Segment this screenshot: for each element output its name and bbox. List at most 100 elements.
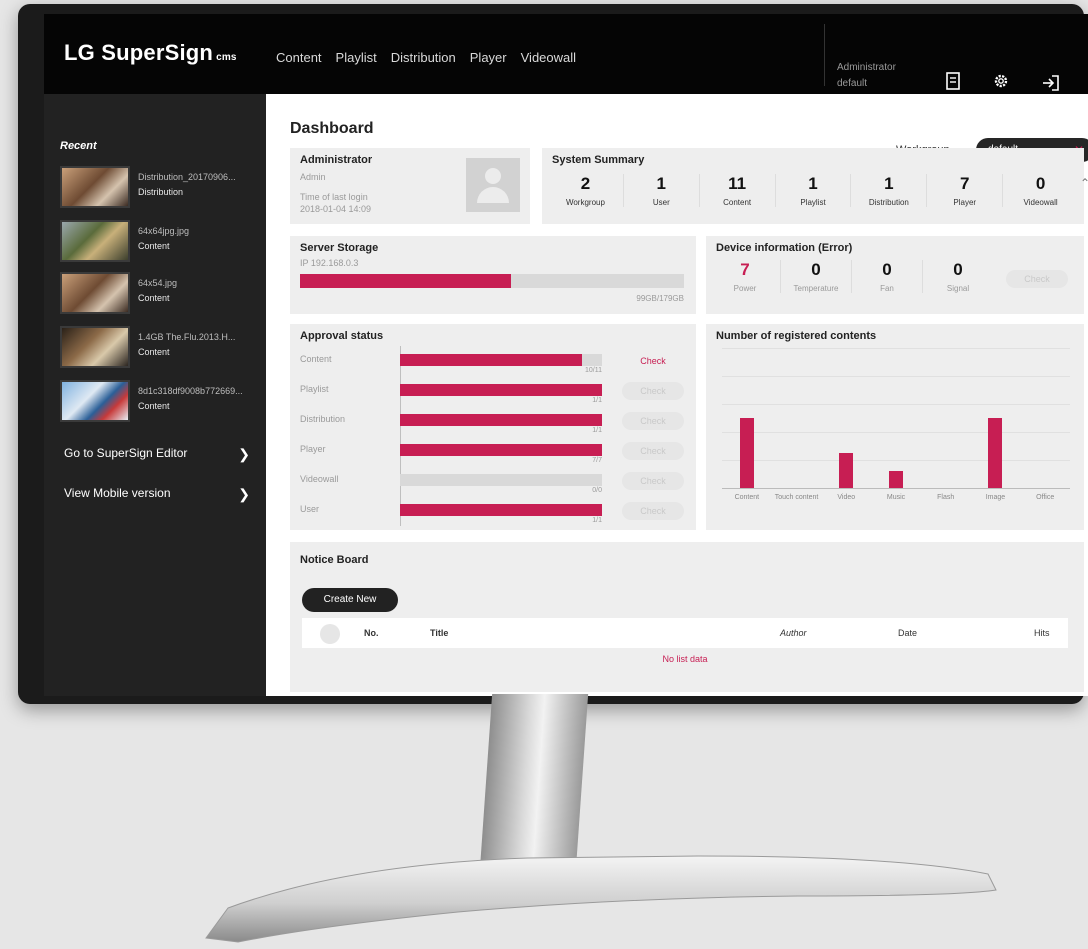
approval-row-player: Player 7/7 Check [300,440,684,468]
select-all-checkbox[interactable] [320,624,340,644]
registered-contents-chart: Number of registered contents Content Tou… [706,324,1084,530]
app-logo[interactable]: LG SuperSign cms [64,40,237,66]
stat-user[interactable]: 1 User [624,174,700,207]
stat-videowall[interactable]: 0 Videowall [1003,174,1078,207]
column-no[interactable]: No. [364,628,379,638]
storage-bar-fill [300,274,512,288]
column-hits[interactable]: Hits [1034,628,1050,638]
notice-board-panel: Notice Board Create New No. Title Author… [290,542,1084,692]
recent-thumbnail [60,166,130,208]
recent-item[interactable]: Distribution_20170906... Distribution [60,166,260,210]
approval-label: User [300,504,320,514]
recent-item-name: 8d1c318df9008b772669... [138,386,243,396]
system-summary-panel: System Summary 2 Workgroup 1 User 11 Conten… [542,148,1084,224]
approval-count: 1/1 [592,517,602,524]
empty-notice: No list data [662,654,708,664]
approval-count: 10/11 [585,367,602,374]
approval-row-playlist: Playlist 1/1 Check [300,380,684,408]
approval-bar-fill [400,504,602,516]
approval-label: Distribution [300,414,346,424]
approval-row-distribution: Distribution 1/1 Check [300,410,684,438]
recent-item[interactable]: 64x54.jpg Content [60,272,260,316]
chart-bar-image[interactable] [988,418,1003,488]
user-group: default [837,78,868,89]
approval-check-button[interactable]: Check [622,352,684,370]
chart-gridline [722,404,1070,405]
approval-label: Content [300,354,332,364]
stat-workgroup[interactable]: 2 Workgroup [548,174,624,207]
column-author[interactable]: Author [780,628,807,638]
approval-row-videowall: Videowall 0/0 Check [300,470,684,498]
device-signal[interactable]: 0 Signal [923,260,993,293]
link-label: Go to SuperSign Editor [64,446,188,460]
nav-player[interactable]: Player [470,50,507,65]
approval-bar [400,504,602,516]
chart-bar-video[interactable] [839,453,854,488]
stat-distribution[interactable]: 1 Distribution [851,174,928,207]
approval-count: 0/0 [592,487,602,494]
device-power[interactable]: 7 Power [710,260,781,293]
approval-bar [400,384,602,396]
approval-status-panel: Approval status Content 10/11 Check Playlis… [290,324,696,530]
main-nav: Content Playlist Distribution Player Vid… [276,50,576,65]
create-new-button[interactable]: Create New [302,588,398,612]
gear-icon[interactable] [989,72,1013,96]
sidebar: Recent Distribution_20170906... Distribu… [44,94,266,696]
device-info-panel: Device information (Error) 7 Power 0 Tempe… [706,236,1084,314]
recent-item-name: 64x64jpg.jpg [138,226,190,236]
approval-check-button[interactable]: Check [622,502,684,520]
stat-content[interactable]: 11 Content [700,174,776,207]
recent-thumbnail [60,220,130,262]
chevron-right-icon: ❯ [238,486,250,502]
last-login-time: 2018-01-04 14:09 [300,204,372,214]
recent-item[interactable]: 64x64jpg.jpg Content [60,220,260,264]
recent-item-type: Content [138,347,170,357]
nav-content[interactable]: Content [276,50,322,65]
approval-bar [400,474,602,486]
approval-bar [400,354,602,366]
document-icon[interactable] [941,72,965,96]
approval-check-button[interactable]: Check [622,382,684,400]
device-temperature[interactable]: 0 Temperature [781,260,852,293]
approval-check-button[interactable]: Check [622,472,684,490]
recent-item[interactable]: 8d1c318df9008b772669... Content [60,380,260,424]
approval-check-button[interactable]: Check [622,442,684,460]
chart-tick-label: Office [1036,494,1055,501]
recent-heading: Recent [60,140,97,152]
recent-item-type: Content [138,401,170,411]
device-check-button[interactable]: Check [1006,270,1068,288]
mobile-version-link[interactable]: View Mobile version ❯ [64,486,250,502]
nav-playlist[interactable]: Playlist [336,50,377,65]
approval-bar-fill [400,354,582,366]
supersign-editor-link[interactable]: Go to SuperSign Editor ❯ [64,446,250,462]
chart-tick-label: Image [985,494,1006,501]
approval-bar-fill [400,444,602,456]
monitor-neck [479,694,589,870]
storage-bar [300,274,684,288]
approval-label: Player [300,444,326,454]
server-storage-title: Server Storage [300,242,379,254]
nav-distribution[interactable]: Distribution [391,50,456,65]
stat-player[interactable]: 7 Player [927,174,1004,207]
chart-bar-music[interactable] [889,471,903,488]
approval-check-button[interactable]: Check [622,412,684,430]
recent-item[interactable]: 1.4GB The.Flu.2013.H... Content [60,326,260,370]
admin-role: Admin [300,172,326,182]
approval-status-title: Approval status [300,330,384,342]
nav-videowall[interactable]: Videowall [521,50,576,65]
chart-bar-content[interactable] [739,418,754,488]
column-date[interactable]: Date [898,628,917,638]
chart-tick-label: Flash [937,494,955,501]
approval-count: 7/7 [592,457,602,464]
approval-label: Videowall [300,474,339,484]
device-fan[interactable]: 0 Fan [852,260,923,293]
stat-playlist[interactable]: 1 Playlist [776,174,852,207]
chart-gridline [722,348,1070,349]
chart-tick-label: Music [886,494,906,501]
column-title[interactable]: Title [430,628,448,638]
system-summary-title: System Summary [552,154,645,166]
storage-usage: 99GB/179GB [636,294,684,303]
scroll-up-icon[interactable]: ⌃ [1080,176,1088,190]
chart-gridline [722,460,1070,461]
recent-item-name: Distribution_20170906... [138,172,236,182]
